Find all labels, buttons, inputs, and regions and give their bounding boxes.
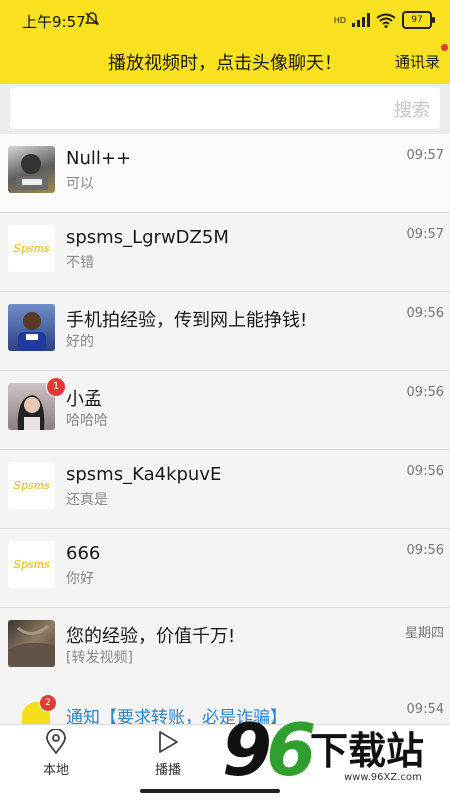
conversation-row[interactable]: Null++ 可以 09:57 [0,134,450,213]
watermark-url: www.96XZ.com [344,772,422,783]
watermark-96-glyph: 96 [222,708,316,792]
conversation-name: spsms_LgrwDZ5M [66,227,229,248]
conversation-time: 09:56 [406,464,444,479]
conversation-preview: 不错 [66,255,94,271]
conversation-name: Null++ [66,148,132,169]
avatar: 1 [8,377,66,430]
conversation-row[interactable]: 1 小孟 哈哈哈 09:56 [0,371,450,450]
network-label: HD [333,15,346,25]
site-watermark-logo: 96 下载站 www.96XZ.com [222,708,450,798]
conversation-name: 您的经验，价值千万! [66,626,236,647]
conversation-time: 09:57 [406,227,444,242]
search-input[interactable]: 搜索 [10,87,440,129]
status-time: 上午9:57 [22,13,86,31]
conversation-preview: 还真是 [66,492,108,508]
conversation-row[interactable]: Spsms spsms_LgrwDZ5M 不错 09:57 [0,213,450,292]
tab-local[interactable]: 本地 [21,729,91,778]
search-bar: 搜索 [0,84,450,134]
conversation-name: 手机拍经验，传到网上能挣钱! [66,310,308,331]
conversation-time: 09:56 [406,385,444,400]
location-pin-icon [46,729,66,755]
conversation-list: Null++ 可以 09:57 Spsms spsms_LgrwDZ5M 不错 … [0,134,450,687]
conversation-name: spsms_Ka4kpuvE [66,464,222,485]
signal-icon [352,13,370,27]
home-indicator[interactable] [140,789,280,793]
conversation-time: 09:56 [406,543,444,558]
avatar-photo-icon [8,624,55,667]
conversation-row[interactable]: 您的经验，价值千万! [转发视频] 星期四 [0,608,450,687]
spsms-logo: Spsms [13,558,50,571]
unread-badge: 2 [39,694,57,712]
header-title: 播放视频时，点击头像聊天！ [108,53,342,74]
contacts-notification-dot [441,44,448,51]
status-icons: HD 97 [333,10,435,30]
avatar: Spsms [8,225,55,272]
avatar [8,304,55,351]
conversation-time: 星期四 [404,626,444,641]
spsms-logo: Spsms [13,479,50,492]
contacts-button[interactable]: 通讯录 [395,51,440,72]
tab-label: 本地 [42,763,69,778]
status-bar: 上午9:57 HD 97 [0,0,450,40]
play-triangle-icon [159,731,178,753]
avatar [8,620,55,667]
conversation-name: 小孟 [66,389,102,410]
avatar [8,146,55,193]
unread-badge: 1 [46,377,66,397]
avatar: Spsms [8,462,55,509]
avatar-person-icon [18,312,46,351]
conversation-preview: 哈哈哈 [66,413,108,429]
conversation-name: 666 [66,543,101,564]
conversation-time: 09:57 [406,148,444,163]
avatar: Spsms [8,541,55,588]
conversation-time: 09:56 [406,306,444,321]
conversation-row[interactable]: Spsms 666 你好 09:56 [0,529,450,608]
search-placeholder: 搜索 [394,100,430,121]
mute-bell-icon [85,12,99,26]
avatar-face-icon [16,154,48,190]
watermark-brand: 下载站 [310,729,425,773]
conversation-row[interactable]: Spsms spsms_Ka4kpuvE 还真是 09:56 [0,450,450,529]
battery-icon: 97 [402,11,435,29]
conversation-preview: 可以 [66,176,94,192]
conversation-preview: 好的 [66,334,94,350]
app-header: 播放视频时，点击头像聊天！ 通讯录 [0,40,450,84]
conversation-preview: [转发视频] [66,650,133,666]
tab-label: 播播 [154,763,181,778]
spsms-logo: Spsms [13,242,50,255]
wifi-icon [376,13,396,28]
conversation-preview: 你好 [66,571,94,587]
tab-play[interactable]: 播播 [133,729,203,778]
conversation-row[interactable]: 手机拍经验，传到网上能挣钱! 好的 09:56 [0,292,450,371]
